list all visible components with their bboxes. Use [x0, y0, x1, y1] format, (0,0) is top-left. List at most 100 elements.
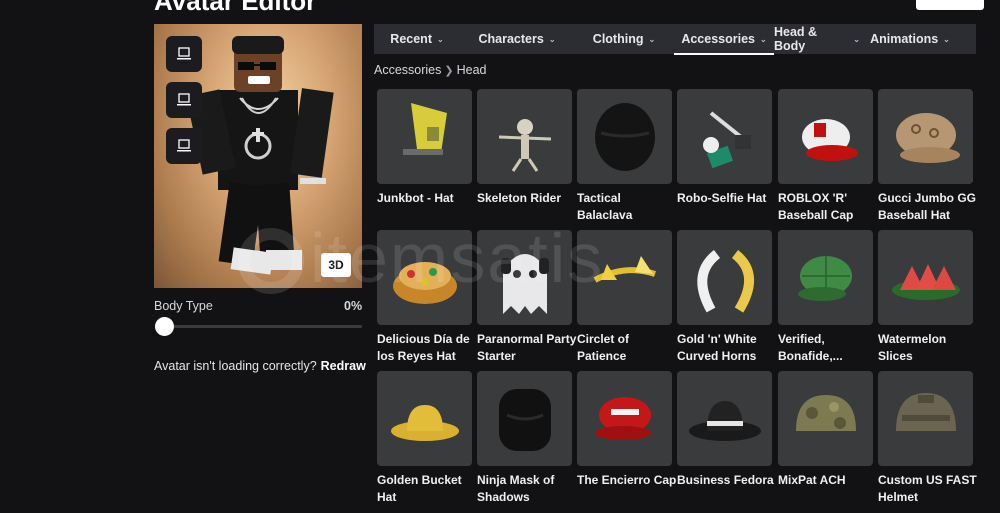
chevron-down-icon: ⌄	[943, 34, 950, 44]
fast-helmet-icon	[895, 392, 956, 431]
item-card[interactable]: ROBLOX 'R' Baseball Cap	[778, 89, 873, 224]
item-thumbnail[interactable]	[577, 89, 672, 184]
item-name[interactable]: Business Fedora	[677, 472, 777, 489]
item-card[interactable]: Custom US FAST Helmet	[878, 371, 977, 506]
avatar-preview	[154, 24, 362, 288]
fedora-icon	[688, 400, 761, 441]
body-type-value: 0%	[344, 299, 363, 313]
tab-recent[interactable]: Recent ⌄	[374, 24, 460, 54]
chevron-down-icon: ⌄	[436, 34, 444, 44]
item-card[interactable]: Gucci Jumbo GG Baseball Hat	[878, 89, 976, 224]
horns-icon	[696, 249, 754, 313]
bucket-hat-icon	[390, 404, 459, 441]
item-thumbnail[interactable]	[677, 230, 772, 325]
item-card[interactable]: Ninja Mask of Shadows	[477, 371, 572, 506]
item-name[interactable]: Custom US FAST Helmet	[878, 472, 978, 506]
item-thumbnail[interactable]	[778, 371, 873, 466]
view-button-3[interactable]	[166, 128, 202, 164]
item-thumbnail[interactable]	[677, 371, 772, 466]
item-name[interactable]: Circlet of Patience	[577, 331, 677, 365]
item-thumbnail[interactable]	[477, 89, 572, 184]
item-thumbnail[interactable]	[377, 230, 472, 325]
tab-label: Recent	[390, 32, 432, 46]
chevron-down-icon: ⌄	[853, 34, 860, 44]
tab-label: Clothing	[592, 32, 644, 46]
item-card[interactable]: Tactical Balaclava	[577, 89, 672, 224]
body-type-slider-thumb[interactable]	[155, 317, 174, 336]
item-name[interactable]: Gucci Jumbo GG Baseball Hat	[878, 190, 978, 224]
item-name[interactable]: Ninja Mask of Shadows	[477, 472, 577, 506]
chevron-right-icon: ❯	[444, 65, 454, 77]
tab-head-body[interactable]: Head & Body ⌄	[774, 24, 860, 54]
breadcrumb-head[interactable]: Head	[457, 63, 487, 77]
item-thumbnail[interactable]	[778, 89, 873, 184]
item-card[interactable]: Circlet of Patience	[577, 230, 672, 365]
item-name[interactable]: ROBLOX 'R' Baseball Cap	[778, 190, 878, 224]
item-thumbnail[interactable]	[878, 89, 973, 184]
redraw-link[interactable]: Redraw	[321, 359, 366, 373]
item-card[interactable]: Verified, Bonafide,...	[778, 230, 873, 365]
item-name[interactable]: Golden Bucket Hat	[377, 472, 477, 506]
item-card[interactable]: Delicious Día de los Reyes Hat	[377, 230, 472, 365]
red-cap-icon	[801, 118, 858, 161]
tab-label: Characters	[478, 32, 544, 46]
item-card[interactable]: MixPat ACH	[778, 371, 873, 489]
chevron-down-icon: ⌄	[648, 34, 656, 44]
monitor-icon	[177, 47, 191, 60]
body-type-label: Body Type	[154, 299, 213, 313]
item-card[interactable]: Watermelon Slices	[878, 230, 973, 365]
item-card[interactable]: Paranormal Party Starter	[477, 230, 576, 365]
skeleton-icon	[498, 118, 551, 172]
circlet-icon	[593, 255, 656, 283]
item-thumbnail[interactable]	[778, 230, 873, 325]
item-thumbnail[interactable]	[377, 371, 472, 466]
encierro-cap-icon	[594, 396, 651, 440]
item-thumbnail[interactable]	[577, 371, 672, 466]
item-name[interactable]: Gold 'n' White Curved Horns	[677, 331, 777, 365]
tab-label: Animations	[870, 32, 939, 46]
item-name[interactable]: Watermelon Slices	[878, 331, 978, 365]
body-type-slider-track[interactable]	[158, 325, 362, 328]
item-name[interactable]: The Encierro Cap	[577, 472, 677, 489]
item-thumbnail[interactable]	[677, 89, 772, 184]
3d-toggle-button[interactable]: 3D	[321, 253, 351, 277]
item-name[interactable]: MixPat ACH	[778, 472, 878, 489]
item-card[interactable]: Gold 'n' White Curved Horns	[677, 230, 772, 365]
item-thumbnail[interactable]	[878, 230, 973, 325]
view-button-1[interactable]	[166, 36, 202, 72]
item-thumbnail[interactable]	[377, 89, 472, 184]
tab-clothing[interactable]: Clothing ⌄	[574, 24, 674, 54]
gucci-cap-icon	[895, 112, 960, 163]
item-card[interactable]: Junkbot - Hat	[377, 89, 472, 207]
tab-animations[interactable]: Animations ⌄	[860, 24, 960, 54]
view-button-2[interactable]	[166, 82, 202, 118]
item-name[interactable]: Junkbot - Hat	[377, 190, 477, 207]
top-right-button[interactable]	[916, 0, 984, 10]
item-name[interactable]: Verified, Bonafide,...	[778, 331, 878, 365]
item-thumbnail[interactable]	[477, 371, 572, 466]
tab-label: Head & Body	[774, 25, 818, 53]
breadcrumb-accessories[interactable]: Accessories	[374, 63, 441, 77]
item-card[interactable]: Business Fedora	[677, 371, 774, 489]
green-cap-icon	[797, 255, 852, 301]
item-name[interactable]: Skeleton Rider	[477, 190, 577, 207]
junkbot-hat-icon	[402, 102, 447, 155]
monitor-icon	[177, 93, 191, 106]
category-tabs: Recent ⌄ Characters ⌄ Clothing ⌄ Accessories ⌄ H…	[374, 24, 976, 55]
item-thumbnail[interactable]	[878, 371, 973, 466]
item-name[interactable]: Paranormal Party Starter	[477, 331, 577, 365]
item-name[interactable]: Robo-Selfie Hat	[677, 190, 777, 207]
ninja-mask-icon	[498, 388, 551, 451]
tab-accessories[interactable]: Accessories ⌄	[674, 24, 774, 55]
item-card[interactable]: Golden Bucket Hat	[377, 371, 472, 506]
robo-selfie-icon	[702, 110, 751, 168]
ghost-icon	[500, 253, 549, 314]
item-card[interactable]: Skeleton Rider	[477, 89, 572, 207]
tab-characters[interactable]: Characters ⌄	[460, 24, 574, 54]
item-card[interactable]: The Encierro Cap	[577, 371, 676, 489]
item-name[interactable]: Delicious Día de los Reyes Hat	[377, 331, 477, 365]
item-card[interactable]: Robo-Selfie Hat	[677, 89, 772, 207]
item-thumbnail[interactable]	[477, 230, 572, 325]
item-name[interactable]: Tactical Balaclava	[577, 190, 677, 224]
item-thumbnail[interactable]	[577, 230, 672, 325]
